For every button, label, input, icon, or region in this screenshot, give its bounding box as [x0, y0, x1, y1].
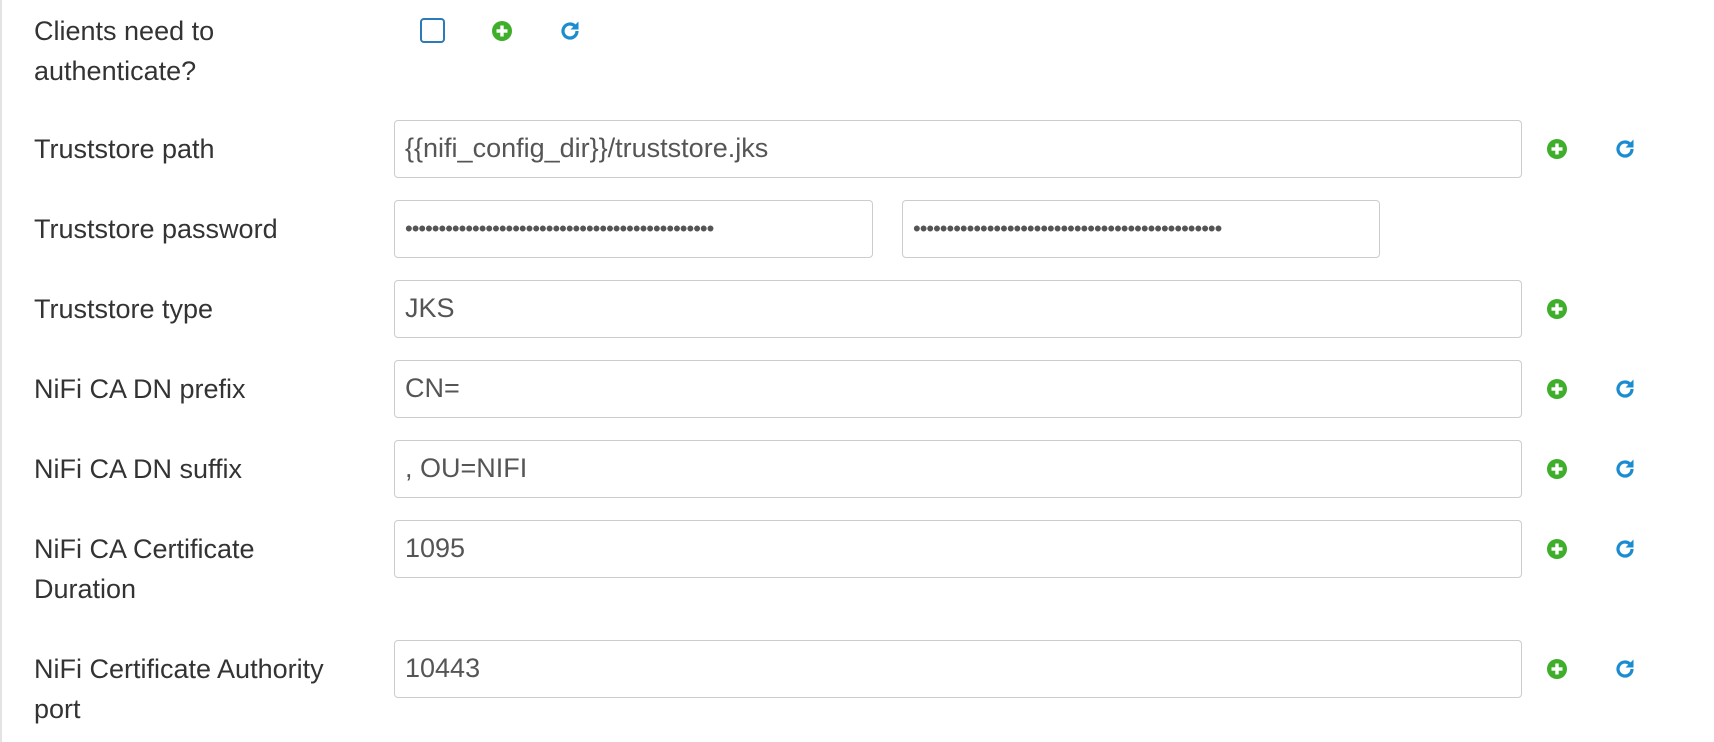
- clients-auth-label-line2: authenticate?: [34, 56, 197, 86]
- clients-auth-checkbox[interactable]: [420, 18, 445, 43]
- truststore-password-input[interactable]: ••••••••••••••••••••••••••••••••••••••••…: [394, 200, 873, 258]
- refresh-icon[interactable]: [1613, 377, 1637, 401]
- config-panel: Clients need to authenticate? Truststore…: [0, 0, 1714, 742]
- ca-port-input[interactable]: 10443: [394, 640, 1522, 698]
- plus-circle-icon[interactable]: [1545, 377, 1569, 401]
- ca-port-label-line2: port: [34, 694, 81, 724]
- refresh-icon[interactable]: [1613, 457, 1637, 481]
- ca-cert-duration-input[interactable]: 1095: [394, 520, 1522, 578]
- clients-auth-label-line1: Clients need to: [34, 16, 215, 46]
- truststore-path-label: Truststore path: [34, 134, 215, 164]
- refresh-icon[interactable]: [1613, 537, 1637, 561]
- plus-circle-icon[interactable]: [1545, 657, 1569, 681]
- truststore-path-input[interactable]: {{nifi_config_dir}}/truststore.jks: [394, 120, 1522, 178]
- plus-circle-icon[interactable]: [1545, 137, 1569, 161]
- ca-dn-suffix-label: NiFi CA DN suffix: [34, 454, 243, 484]
- refresh-icon[interactable]: [1613, 137, 1637, 161]
- ca-dn-prefix-input[interactable]: CN=: [394, 360, 1522, 418]
- plus-circle-icon[interactable]: [1545, 537, 1569, 561]
- ca-port-label-line1: NiFi Certificate Authority: [34, 654, 324, 684]
- plus-circle-icon[interactable]: [1545, 297, 1569, 321]
- ca-cert-duration-label-line2: Duration: [34, 574, 137, 604]
- truststore-password-confirm-input[interactable]: ••••••••••••••••••••••••••••••••••••••••…: [902, 200, 1380, 258]
- plus-circle-icon[interactable]: [1545, 457, 1569, 481]
- refresh-icon[interactable]: [1613, 657, 1637, 681]
- refresh-icon[interactable]: [558, 19, 582, 43]
- truststore-type-label: Truststore type: [34, 294, 214, 324]
- plus-circle-icon[interactable]: [490, 19, 514, 43]
- ca-cert-duration-label: NiFi CA Certificate Duration: [34, 529, 374, 609]
- truststore-type-input[interactable]: JKS: [394, 280, 1522, 338]
- ca-port-label: NiFi Certificate Authority port: [34, 649, 374, 729]
- truststore-password-label: Truststore password: [34, 214, 278, 244]
- ca-cert-duration-label-line1: NiFi CA Certificate: [34, 534, 255, 564]
- clients-auth-label: Clients need to authenticate?: [34, 11, 374, 91]
- ca-dn-prefix-label: NiFi CA DN prefix: [34, 374, 246, 404]
- ca-dn-suffix-input[interactable]: , OU=NIFI: [394, 440, 1522, 498]
